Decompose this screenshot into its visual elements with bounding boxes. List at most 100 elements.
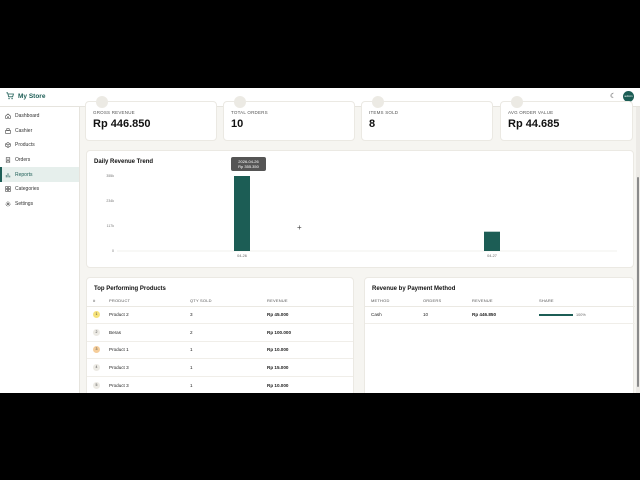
scrollbar-thumb[interactable] xyxy=(637,177,639,387)
app-window: My Store ☾ admin Dashboard Cashier Produ… xyxy=(0,88,640,393)
sidebar-item-reports[interactable]: Reports xyxy=(0,167,79,182)
payment-method-table: METHOD ORDERS REVENUE SHARE Cash 10 Rp 4… xyxy=(365,295,635,325)
column-header: PRODUCT xyxy=(109,295,190,307)
stat-card-items-sold: ITEMS SOLD 8 xyxy=(361,96,493,141)
stat-value: 10 xyxy=(231,118,244,130)
table-row[interactable]: 1 Product 2 3 Rp 45.000 xyxy=(87,306,353,325)
sidebar-item-label: Settings xyxy=(15,200,34,207)
sidebar-item-settings[interactable]: Settings xyxy=(0,197,79,212)
qty-sold: 1 xyxy=(190,376,267,393)
sidebar-item-cashier[interactable]: Cashier xyxy=(0,124,79,139)
stat-card-avg-order-value: AVG ORDER VALUE Rp 44.685 xyxy=(500,96,633,141)
share-percent: 100% xyxy=(576,313,586,318)
rank-badge: 3 xyxy=(93,346,100,354)
column-header: # xyxy=(87,295,109,307)
revenue: Rp 100.000 xyxy=(267,323,353,342)
money-icon xyxy=(96,96,108,108)
main-content: GROSS REVENUE Rp 446.850 TOTAL ORDERS 10… xyxy=(80,96,636,393)
rank-badge: 1 xyxy=(93,311,100,319)
x-tick-label: 04-27 xyxy=(487,254,497,258)
stat-label: AVG ORDER VALUE xyxy=(508,110,554,115)
chart-tooltip: 2026-04-26 Rp 355.350 xyxy=(231,157,266,171)
payment-method: Cash xyxy=(365,306,423,325)
box-icon xyxy=(372,96,384,108)
column-header: SHARE xyxy=(539,295,635,307)
sidebar-item-label: Categories xyxy=(15,186,40,193)
product-name: Product 3 xyxy=(109,376,190,393)
revenue: Rp 10.000 xyxy=(267,341,353,360)
sidebar-item-categories[interactable]: Categories xyxy=(0,182,79,197)
top-products-card: Top Performing Products # PRODUCT QTY SO… xyxy=(86,277,354,393)
table-header-row: # PRODUCT QTY SOLD REVENUE xyxy=(87,295,353,307)
table-row[interactable]: 5 Product 3 1 Rp 10.000 xyxy=(87,376,353,393)
page-scrollbar[interactable] xyxy=(636,107,640,393)
product-name: Product 3 xyxy=(109,358,190,377)
tooltip-value: Rp 355.350 xyxy=(238,164,259,169)
sidebar-item-orders[interactable]: Orders xyxy=(0,153,79,168)
card-title: Revenue by Payment Method xyxy=(372,286,456,292)
y-tick-label: 117k xyxy=(107,224,115,228)
column-header: ORDERS xyxy=(423,295,472,307)
sidebar-item-label: Dashboard xyxy=(15,113,40,120)
top-products-table: # PRODUCT QTY SOLD REVENUE 1 Product 2 3… xyxy=(87,295,353,393)
revenue-bar[interactable] xyxy=(484,231,500,251)
brand-name: My Store xyxy=(18,92,46,100)
home-icon xyxy=(5,113,11,119)
brand-logo[interactable]: My Store xyxy=(6,92,45,100)
receipt-icon xyxy=(5,157,11,163)
x-tick-label: 04-26 xyxy=(237,254,247,258)
crosshair-cursor-icon: + xyxy=(297,223,302,232)
product-name: Product 2 xyxy=(109,306,190,325)
y-tick-label: 355k xyxy=(106,174,114,178)
rank-badge: 4 xyxy=(93,364,100,372)
qty-sold: 3 xyxy=(190,306,267,325)
product-name: Beras xyxy=(109,323,190,342)
chart-icon xyxy=(511,96,523,108)
stat-card-total-orders: TOTAL ORDERS 10 xyxy=(223,96,355,141)
receipt-icon xyxy=(234,96,246,108)
bar-chart-icon xyxy=(5,172,11,178)
revenue: Rp 446.850 xyxy=(472,306,539,325)
revenue: Rp 15.000 xyxy=(267,358,353,377)
stat-label: ITEMS SOLD xyxy=(369,110,399,115)
rank-badge: 2 xyxy=(93,328,100,336)
sidebar-item-label: Orders xyxy=(15,157,31,164)
box-icon xyxy=(5,142,11,149)
product-name: Product 1 xyxy=(109,341,190,360)
rank-badge: 5 xyxy=(93,381,100,389)
order-count: 10 xyxy=(423,306,472,325)
column-header: REVENUE xyxy=(472,295,539,307)
payment-method-card: Revenue by Payment Method METHOD ORDERS … xyxy=(364,277,635,393)
sidebar-item-label: Reports xyxy=(15,171,33,178)
grid-icon xyxy=(5,186,11,192)
card-title: Top Performing Products xyxy=(94,286,166,292)
stat-card-gross-revenue: GROSS REVENUE Rp 446.850 xyxy=(85,96,217,141)
table-row[interactable]: Cash 10 Rp 446.850 100% xyxy=(365,306,635,325)
revenue-bar-chart: 355k 234k 117k 0 04-26 04-27 xyxy=(106,174,617,258)
sidebar-item-products[interactable]: Products xyxy=(0,138,79,153)
sidebar-item-dashboard[interactable]: Dashboard xyxy=(0,109,79,124)
dark-mode-toggle-icon[interactable]: ☾ xyxy=(610,93,617,100)
qty-sold: 1 xyxy=(190,341,267,360)
column-header: METHOD xyxy=(365,295,423,307)
table-row[interactable]: 3 Product 1 1 Rp 10.000 xyxy=(87,341,353,360)
qty-sold: 1 xyxy=(190,358,267,377)
sidebar-item-label: Cashier xyxy=(15,127,33,134)
table-row[interactable]: 4 Product 3 1 Rp 15.000 xyxy=(87,358,353,377)
stat-label: GROSS REVENUE xyxy=(93,110,135,115)
sidebar: Dashboard Cashier Products Orders Report… xyxy=(0,107,80,393)
y-tick-label: 234k xyxy=(106,199,114,203)
revenue-bar[interactable] xyxy=(234,176,250,251)
qty-sold: 2 xyxy=(190,323,267,342)
sidebar-item-label: Products xyxy=(15,142,35,149)
cash-register-icon xyxy=(5,128,11,134)
table-row[interactable]: 2 Beras 2 Rp 100.000 xyxy=(87,323,353,342)
stat-label: TOTAL ORDERS xyxy=(231,110,268,115)
stat-value: Rp 44.685 xyxy=(508,118,560,130)
revenue: Rp 10.000 xyxy=(267,376,353,393)
daily-revenue-trend-card: Daily Revenue Trend 355k 234k 117k 0 04-26 04… xyxy=(86,150,634,268)
table-header-row: METHOD ORDERS REVENUE SHARE xyxy=(365,295,635,307)
column-header: REVENUE xyxy=(267,295,353,307)
stat-value: 8 xyxy=(369,118,376,130)
share-bar xyxy=(539,314,573,317)
